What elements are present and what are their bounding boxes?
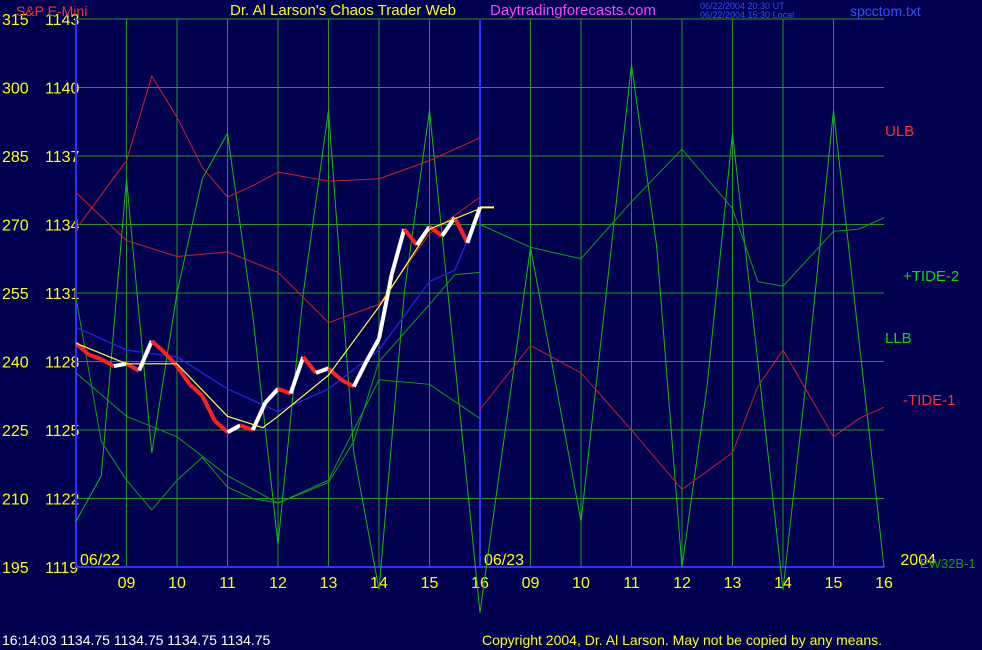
- price-bar: [239, 423, 254, 432]
- x-tick-label: 12: [673, 575, 691, 592]
- y-tick-index: 240: [2, 355, 29, 372]
- price-bar: [327, 366, 343, 382]
- y-tick-price: 1140: [45, 81, 80, 98]
- price-bar: [87, 352, 102, 362]
- copyright: Copyright 2004, Dr. Al Larson. May not b…: [482, 632, 883, 648]
- y-tick-index: 300: [2, 81, 29, 98]
- x-tick-label: 09: [118, 575, 136, 592]
- price-bar: [263, 387, 280, 404]
- label-ulb: ULB: [885, 123, 914, 140]
- label-ew: EW32B-1: [920, 556, 976, 571]
- price-bar: [301, 355, 318, 375]
- y-tick-index: 225: [2, 423, 29, 440]
- date-label: 06/23: [484, 552, 524, 569]
- y-tick-price: 1134: [45, 218, 80, 235]
- price-bar: [364, 337, 381, 363]
- site-url-link[interactable]: Daytradingforecasts.com: [490, 2, 656, 19]
- site-title: Dr. Al Larson's Chaos Trader Web: [230, 2, 457, 19]
- y-tick-price: 1125: [45, 423, 80, 440]
- time-local: 06/22/2004 15:30 Local: [700, 10, 795, 20]
- price-bar: [402, 227, 419, 247]
- y-tick-index: 195: [2, 560, 29, 577]
- y-tick-price: 1137: [45, 149, 80, 166]
- y-tick-index: 210: [2, 492, 29, 509]
- price-bar: [288, 356, 306, 395]
- x-tick-label: 13: [320, 575, 338, 592]
- file-name: spcctom.txt: [850, 3, 921, 19]
- x-tick-label: 10: [168, 575, 186, 592]
- y-tick-price: 1128: [45, 355, 80, 372]
- price-bar: [113, 361, 127, 369]
- label-llb: LLB: [885, 330, 912, 347]
- x-tick-label: 09: [522, 575, 540, 592]
- x-tick-label: 10: [572, 575, 590, 592]
- price-bar: [277, 387, 292, 396]
- x-tick-label: 15: [825, 575, 843, 592]
- price-bar: [137, 340, 154, 372]
- x-tick-label: 12: [269, 575, 287, 592]
- price-bar: [389, 228, 407, 276]
- chaos-trader-chart: 315 1143300 1140285 1137270 1134255 1131240 11…: [2, 12, 976, 613]
- price-bar: [213, 419, 229, 434]
- y-tick-price: 1122: [45, 492, 80, 509]
- price-bar: [452, 216, 470, 244]
- price-bar: [377, 274, 394, 340]
- quote-line: 16:14:03 1134.75 1134.75 1134.75 1134.75: [2, 632, 271, 648]
- price-bar: [188, 382, 204, 398]
- y-tick-price: 1131: [45, 286, 80, 303]
- x-tick-label: 11: [623, 575, 640, 592]
- y-tick-index: 255: [2, 286, 29, 303]
- price-bar: [100, 357, 115, 368]
- price-bar: [226, 423, 242, 435]
- price-bar: [200, 394, 217, 422]
- price-bar: [125, 362, 141, 373]
- y-tick-price: 1119: [45, 560, 78, 577]
- price-bar: [340, 378, 355, 389]
- y-tick-index: 270: [2, 218, 29, 235]
- price-bar: [74, 341, 90, 357]
- date-label: 06/22: [80, 552, 120, 569]
- y-tick-index: 285: [2, 149, 29, 166]
- label-tide1: -TIDE-1: [903, 392, 956, 409]
- x-tick-label: 16: [875, 575, 893, 592]
- label-tide2: +TIDE-2: [903, 268, 959, 285]
- x-tick-label: 11: [219, 575, 236, 592]
- price-bar: [315, 366, 330, 375]
- price-bar: [150, 339, 166, 354]
- x-tick-label: 13: [724, 575, 742, 592]
- instrument-label: S&P E-Mini: [16, 3, 88, 19]
- x-tick-label: 16: [471, 575, 489, 592]
- x-tick-label: 15: [421, 575, 439, 592]
